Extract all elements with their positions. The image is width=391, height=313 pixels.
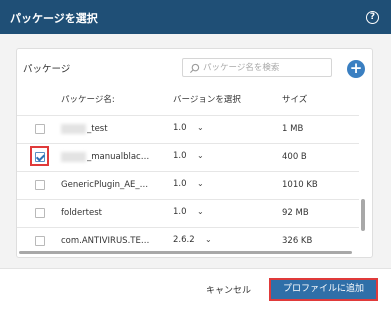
chevron-down-icon[interactable]: ⌄ bbox=[197, 123, 204, 132]
add-package-button[interactable]: + bbox=[347, 60, 365, 78]
chevron-down-icon[interactable]: ⌄ bbox=[197, 207, 204, 216]
package-name: GenericPlugin_AE_… bbox=[61, 180, 149, 190]
footer-divider bbox=[0, 268, 391, 269]
package-size: 326 KB bbox=[282, 236, 313, 246]
table-row[interactable]: _manualblac… 1.0 ⌄ 400 B bbox=[17, 143, 359, 171]
package-name: _manualblac… bbox=[87, 152, 150, 162]
package-name: _test bbox=[87, 124, 108, 134]
package-name: com.ANTIVIRUS.TE… bbox=[61, 236, 150, 246]
package-size: 92 MB bbox=[282, 208, 309, 218]
column-header-size[interactable]: サイズ bbox=[282, 93, 307, 105]
package-size: 1010 KB bbox=[282, 180, 318, 190]
version-select[interactable]: 1.0 bbox=[173, 207, 187, 217]
table-row[interactable]: GenericPlugin_AE_… 1.0 ⌄ 1010 KB bbox=[17, 171, 359, 199]
horizontal-scrollbar[interactable] bbox=[19, 251, 352, 254]
package-panel: パッケージ + パッケージ名: バージョンを選択 サイズ _test 1.0 ⌄… bbox=[16, 48, 373, 258]
row-checkbox[interactable] bbox=[35, 152, 45, 162]
redacted-text bbox=[61, 124, 86, 134]
row-checkbox[interactable] bbox=[35, 124, 45, 134]
table-row[interactable]: _test 1.0 ⌄ 1 MB bbox=[17, 115, 359, 143]
version-select[interactable]: 1.0 bbox=[173, 123, 187, 133]
column-header-version[interactable]: バージョンを選択 bbox=[173, 93, 241, 105]
package-size: 400 B bbox=[282, 152, 307, 162]
help-icon[interactable]: ? bbox=[366, 11, 379, 24]
version-select[interactable]: 1.0 bbox=[173, 151, 187, 161]
dialog-title: パッケージを選択 bbox=[10, 12, 98, 25]
row-checkbox[interactable] bbox=[35, 208, 45, 218]
redacted-text bbox=[61, 152, 86, 162]
add-to-profile-button[interactable]: プロファイルに追加 bbox=[269, 278, 378, 301]
vertical-scrollbar[interactable] bbox=[361, 199, 365, 231]
search-box[interactable] bbox=[182, 58, 332, 77]
version-select[interactable]: 1.0 bbox=[173, 179, 187, 189]
chevron-down-icon[interactable]: ⌄ bbox=[205, 235, 212, 244]
dialog-header: パッケージを選択 ? bbox=[0, 0, 391, 34]
search-input[interactable] bbox=[203, 61, 329, 75]
package-size: 1 MB bbox=[282, 124, 304, 134]
column-header-name[interactable]: パッケージ名: bbox=[61, 93, 115, 105]
panel-title: パッケージ bbox=[23, 64, 71, 75]
table-row[interactable]: foldertest 1.0 ⌄ 92 MB bbox=[17, 199, 359, 227]
search-icon bbox=[189, 63, 200, 74]
chevron-down-icon[interactable]: ⌄ bbox=[197, 151, 204, 160]
cancel-button[interactable]: キャンセル bbox=[206, 283, 251, 296]
chevron-down-icon[interactable]: ⌄ bbox=[197, 179, 204, 188]
row-checkbox[interactable] bbox=[35, 236, 45, 246]
version-select[interactable]: 2.6.2 bbox=[173, 235, 195, 245]
row-checkbox[interactable] bbox=[35, 180, 45, 190]
package-name: foldertest bbox=[61, 208, 102, 218]
